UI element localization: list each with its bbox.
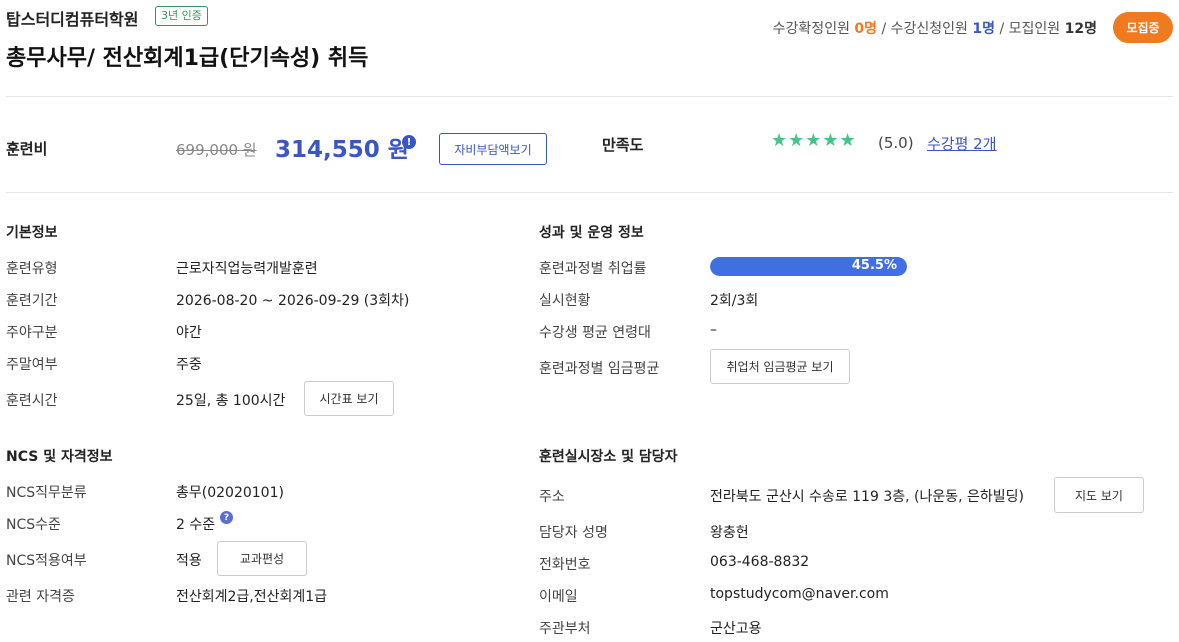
- basic-info-title: 기본정보: [6, 225, 58, 241]
- map-button[interactable]: 지도 보기: [1054, 477, 1144, 513]
- row-value: 근로자직업능력개발훈련: [176, 261, 318, 277]
- review-link[interactable]: 수강평 2개: [927, 133, 997, 154]
- row-value: 2026-08-20 ~ 2026-09-29 (3회차): [176, 293, 410, 309]
- email-value: topstudycom@naver.com: [710, 586, 889, 602]
- row-label: 주야구분: [6, 325, 58, 341]
- recruiting-status-badge: 모집중: [1113, 12, 1173, 43]
- status-label: 실시현황: [539, 293, 591, 309]
- original-price: 699,000 원: [176, 141, 257, 159]
- address-value: 전라북도 군산시 수송로 119 3층, (나운동, 은하빌딩): [710, 489, 1024, 505]
- ncs-level-label: NCS수준: [6, 517, 61, 533]
- cert-label: 관련 자격증: [6, 589, 75, 605]
- divider: [6, 96, 1173, 97]
- employment-rate-value: 45.5%: [851, 258, 897, 273]
- email-label: 이메일: [539, 589, 578, 605]
- rating-value: (5.0): [878, 134, 914, 152]
- academy-name: 탑스터디컴퓨터학원: [6, 10, 139, 29]
- sale-price: 314,550 원: [275, 137, 409, 163]
- ncs-class-label: NCS직무분류: [6, 485, 87, 501]
- row-label: 훈련유형: [6, 261, 58, 277]
- divider: [6, 192, 1173, 193]
- ncs-apply-value: 적용: [176, 553, 202, 569]
- stat-separator: /: [881, 21, 887, 37]
- timetable-button[interactable]: 시간표 보기: [304, 381, 394, 416]
- stat-separator: /: [999, 21, 1005, 37]
- help-icon[interactable]: ?: [220, 511, 233, 524]
- rating-stars-icon: ★★★★★: [771, 130, 857, 151]
- row-value: 25일, 총 100시간: [176, 393, 286, 409]
- dept-value: 군산고용: [710, 621, 762, 637]
- ncs-class-value: 총무(02020101): [176, 485, 284, 501]
- enrollment-stats: 수강확정인원 0명 / 수강신청인원 1명 / 모집인원 12명: [773, 18, 1097, 38]
- cert-value: 전산회계2급,전산회계1급: [176, 589, 328, 605]
- ncs-apply-label: NCS적용여부: [6, 553, 87, 569]
- wage-label: 훈련과정별 임금평균: [539, 361, 660, 377]
- confirmed-label: 수강확정인원: [772, 21, 850, 37]
- row-value: 주중: [176, 357, 202, 373]
- row-label: 주말여부: [6, 357, 58, 373]
- curriculum-button[interactable]: 교과편성: [217, 541, 307, 576]
- row-label: 훈련기간: [6, 293, 58, 309]
- manager-value: 왕충헌: [710, 525, 749, 541]
- wage-average-button[interactable]: 취업처 임금평균 보기: [710, 349, 850, 384]
- recruit-label: 모집인원: [1008, 21, 1061, 37]
- cert-badge: 3년 인증: [155, 6, 208, 26]
- satisfaction-label: 만족도: [602, 136, 644, 154]
- course-title: 총무사무/ 전산회계1급(단기속성) 취득: [6, 46, 369, 71]
- ncs-level-value: 2 수준: [176, 517, 216, 533]
- phone-label: 전화번호: [539, 557, 591, 573]
- age-value: –: [710, 322, 717, 338]
- ncs-title: NCS 및 자격정보: [6, 449, 113, 465]
- employment-rate-bar: 45.5%: [710, 257, 907, 276]
- info-icon[interactable]: !: [402, 135, 416, 149]
- manager-label: 담당자 성명: [539, 525, 608, 541]
- age-label: 수강생 평균 연령대: [539, 325, 651, 341]
- row-label: 훈련시간: [6, 393, 58, 409]
- location-title: 훈련실시장소 및 담당자: [539, 449, 678, 465]
- confirmed-value: 0명: [854, 21, 878, 37]
- status-value: 2회/3회: [710, 293, 759, 309]
- recruit-value: 12명: [1064, 21, 1097, 37]
- address-label: 주소: [539, 489, 565, 505]
- self-pay-button[interactable]: 자비부담액보기: [439, 133, 547, 165]
- row-value: 야간: [176, 325, 202, 341]
- dept-label: 주관부처: [539, 621, 591, 637]
- phone-value: 063-468-8832: [710, 554, 810, 570]
- fee-label: 훈련비: [6, 140, 48, 158]
- employment-label: 훈련과정별 취업률: [539, 261, 647, 277]
- performance-title: 성과 및 운영 정보: [539, 225, 644, 241]
- applied-value: 1명: [972, 21, 996, 37]
- applied-label: 수강신청인원: [890, 21, 968, 37]
